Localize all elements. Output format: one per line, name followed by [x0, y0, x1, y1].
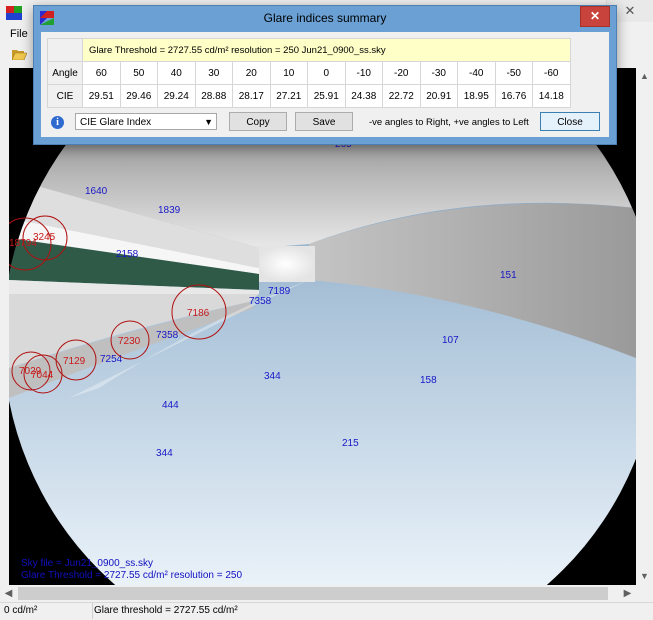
- statusbar: 0 cd/m² Glare threshold = 2727.55 cd/m²: [0, 602, 653, 620]
- luminance-label: 107: [442, 335, 459, 346]
- angle-cell: -50: [494, 61, 533, 85]
- sky-file-text: Sky file = Jun21_0900_ss.sky: [21, 558, 154, 569]
- cie-value-cell: 27.21: [269, 84, 308, 108]
- angle-cell: 10: [269, 61, 308, 85]
- dialog-title: Glare indices summary: [263, 11, 387, 25]
- glare-source-label: 7129: [63, 356, 86, 367]
- scroll-up-arrow-icon[interactable]: ▲: [636, 68, 653, 85]
- glare-source-label: 7044: [31, 370, 54, 381]
- cie-value-cell: 28.17: [232, 84, 271, 108]
- angle-cell: 0: [307, 61, 346, 85]
- glare-index-select[interactable]: CIE Glare Index ▼: [75, 113, 217, 130]
- luminance-label: 7189: [268, 286, 291, 297]
- glare-source-label: 7230: [118, 336, 141, 347]
- angle-cell: -20: [382, 61, 421, 85]
- luminance-label: 1640: [85, 186, 108, 197]
- luminance-label: 1839: [158, 205, 181, 216]
- table-row: Glare Threshold = 2727.55 cd/m² resoluti…: [47, 38, 571, 62]
- cie-value-cell: 14.18: [532, 84, 571, 108]
- horizontal-scroll-thumb[interactable]: [18, 587, 608, 600]
- scene-render: 1640 1839 2158 265 151 7189 7358 107 735…: [9, 68, 636, 585]
- cie-value-cell: 25.91: [307, 84, 346, 108]
- select-value: CIE Glare Index: [80, 117, 152, 128]
- angle-cell: 20: [232, 61, 271, 85]
- table-row: CIE 29.51 29.46 29.24 28.88 28.17 27.21 25.91 2…: [47, 84, 571, 108]
- horizontal-scrollbar[interactable]: ◀ ▶: [0, 585, 636, 602]
- luminance-label: 158: [420, 375, 437, 386]
- threshold-text: Glare Threshold = 2727.55 cd/m² resoluti…: [21, 570, 243, 581]
- menu-file[interactable]: File: [10, 28, 28, 40]
- cie-value-cell: 29.24: [157, 84, 196, 108]
- dialog-titlebar[interactable]: Glare indices summary ✕: [34, 6, 616, 30]
- fisheye-viewport[interactable]: 1640 1839 2158 265 151 7189 7358 107 735…: [9, 68, 636, 585]
- cie-value-cell: 29.51: [82, 84, 121, 108]
- app-icon: [6, 6, 22, 20]
- save-button[interactable]: Save: [295, 112, 353, 131]
- angle-note: -ve angles to Right, +ve angles to Left: [369, 117, 529, 128]
- glare-index-table: Glare Threshold = 2727.55 cd/m² resoluti…: [47, 38, 571, 108]
- cie-value-cell: 28.88: [194, 84, 233, 108]
- copy-button[interactable]: Copy: [229, 112, 287, 131]
- luminance-label: 151: [500, 270, 517, 281]
- status-luminance: 0 cd/m²: [0, 603, 93, 619]
- angle-cell: 60: [82, 61, 121, 85]
- luminance-label: 7358: [156, 330, 179, 341]
- close-icon: ✕: [589, 9, 601, 23]
- cie-value-cell: 22.72: [382, 84, 421, 108]
- folder-open-icon[interactable]: [12, 48, 27, 60]
- luminance-label: 344: [156, 448, 173, 459]
- info-icon: i: [51, 116, 64, 129]
- info-line: Glare Threshold = 2727.55 cd/m² resoluti…: [82, 38, 571, 62]
- luminance-label: 7358: [249, 296, 272, 307]
- angle-cell: 30: [194, 61, 233, 85]
- table-row: Angle 60 50 40 30 20 10 0 -10 -20 -30 -40 -50 -60: [47, 61, 571, 85]
- luminance-label: 344: [264, 371, 281, 382]
- glare-source-label: 7186: [187, 308, 210, 319]
- cie-value-cell: 16.76: [494, 84, 533, 108]
- angle-cell: -30: [419, 61, 458, 85]
- scroll-down-arrow-icon[interactable]: ▼: [636, 568, 653, 585]
- table-corner-cell: [47, 38, 83, 62]
- luminance-label: 2158: [116, 249, 139, 260]
- luminance-label: 444: [162, 400, 179, 411]
- cie-value-cell: 18.95: [457, 84, 496, 108]
- chevron-down-icon[interactable]: ▼: [204, 114, 213, 131]
- cie-value-cell: 20.91: [419, 84, 458, 108]
- dialog-close-button[interactable]: ✕: [580, 6, 610, 27]
- angle-cell: 40: [157, 61, 196, 85]
- status-threshold: Glare threshold = 2727.55 cd/m²: [94, 605, 238, 616]
- angle-cell: 50: [119, 61, 158, 85]
- close-button[interactable]: Close: [540, 112, 600, 131]
- glare-summary-dialog: Glare indices summary ✕ Glare Threshold …: [33, 5, 617, 145]
- angle-cell: -10: [344, 61, 383, 85]
- angle-cell: -60: [532, 61, 571, 85]
- cie-value-cell: 24.38: [344, 84, 383, 108]
- vertical-scrollbar[interactable]: ▲ ▼: [636, 68, 653, 585]
- luminance-label: 215: [342, 438, 359, 449]
- angle-cell: -40: [457, 61, 496, 85]
- scroll-left-arrow-icon[interactable]: ◀: [0, 585, 17, 602]
- scroll-right-arrow-icon[interactable]: ▶: [619, 585, 636, 602]
- glare-source-label: 3245: [33, 232, 56, 243]
- cie-value-cell: 29.46: [119, 84, 158, 108]
- dialog-client: Glare Threshold = 2727.55 cd/m² resoluti…: [41, 32, 609, 137]
- cie-row-header: CIE: [47, 84, 83, 108]
- angle-row-header: Angle: [47, 61, 83, 85]
